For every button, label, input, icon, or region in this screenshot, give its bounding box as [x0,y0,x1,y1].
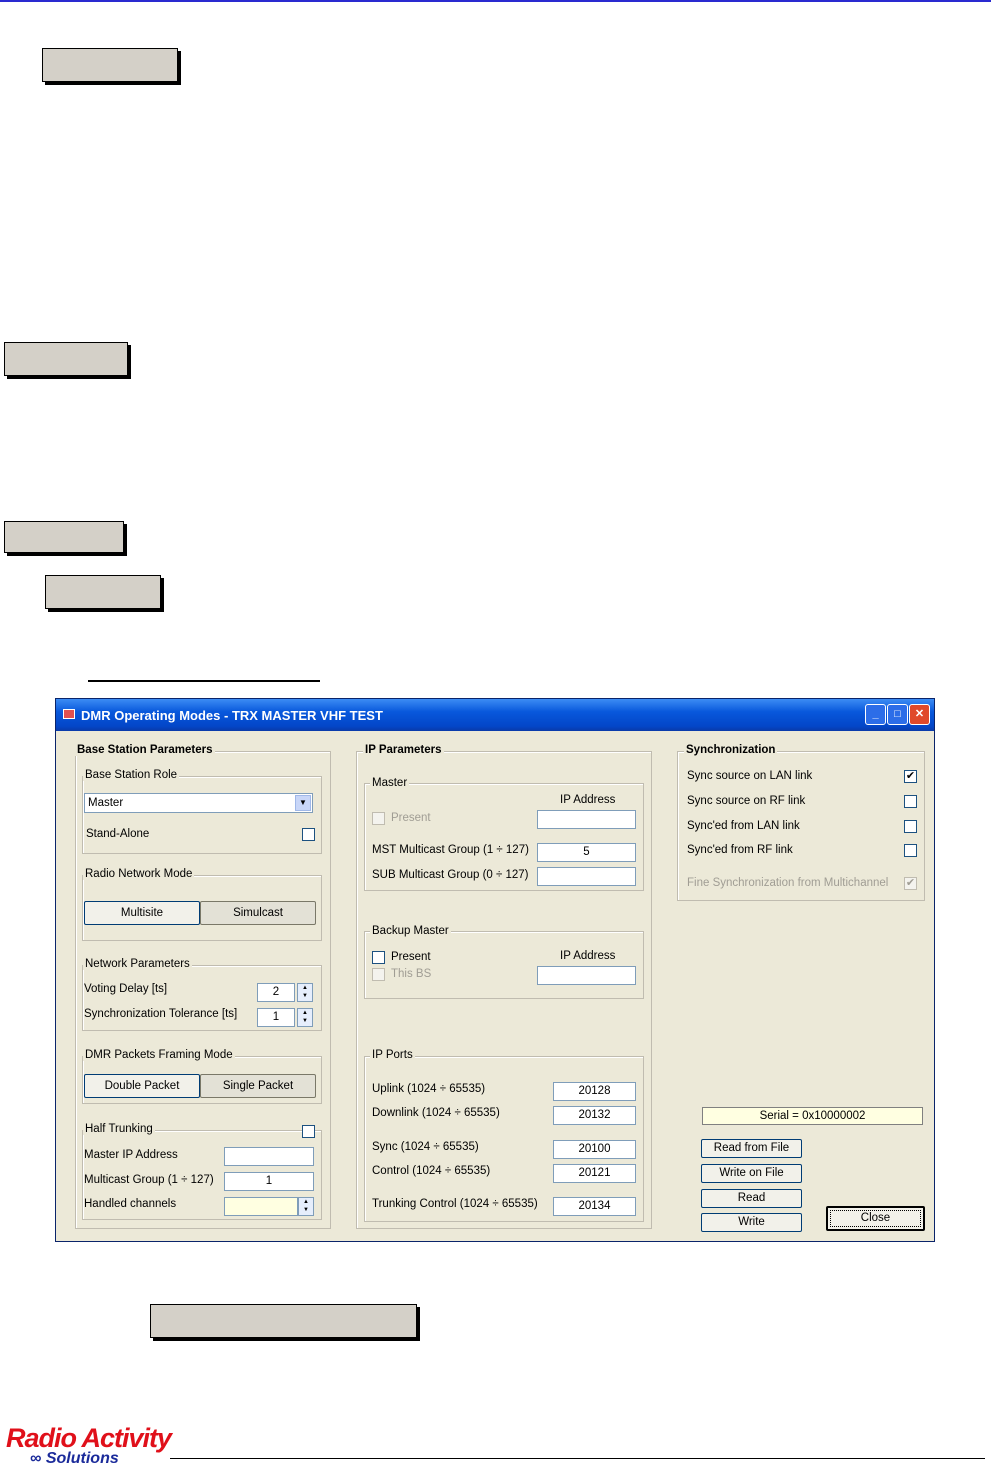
backup-ip-address-header: IP Address [560,950,616,962]
redacted-heading-3 [4,521,124,553]
stand-alone-checkbox[interactable] [302,828,315,841]
half-trunking-label: Half Trunking [83,1123,155,1135]
handled-channels-stepper[interactable]: ▲ ▼ [298,1197,314,1216]
control-port-label: Control (1024 ÷ 65535) [372,1165,491,1177]
ip-ports-label: IP Ports [370,1049,415,1061]
app-icon [63,709,75,719]
backup-master-group [364,931,644,999]
window-client: Base Station Parameters Base Station Rol… [60,731,930,1237]
serial-display: Serial = 0x10000002 [702,1107,923,1125]
window-title: DMR Operating Modes - TRX MASTER VHF TES… [81,708,383,723]
master-present-label: Present [391,812,431,824]
trunking-port-label: Trunking Control (1024 ÷ 65535) [372,1198,538,1210]
close-window-button[interactable]: ✕ [909,704,930,725]
control-port-input[interactable]: 20121 [553,1164,636,1183]
read-button[interactable]: Read [701,1189,802,1208]
base-station-role-group [82,776,322,854]
mst-multicast-input[interactable]: 5 [537,843,636,862]
uplink-input[interactable]: 20128 [553,1082,636,1101]
stand-alone-label: Stand-Alone [86,828,150,840]
redacted-caption-box [150,1304,417,1338]
role-select-value: Master [88,797,124,809]
sync-port-input[interactable]: 20100 [553,1140,636,1159]
backup-ip-address-input[interactable] [537,966,636,985]
base-station-title: Base Station Parameters [75,744,215,756]
sync-rf-label: Sync source on RF link [687,795,806,807]
multicast-group-input[interactable]: 1 [224,1172,314,1191]
fine-sync-checkbox: ✔ [904,877,917,890]
single-packet-button[interactable]: Single Packet [200,1074,316,1098]
master-present-checkbox [372,812,385,825]
ip-parameters-title: IP Parameters [363,744,444,756]
synced-rf-checkbox[interactable] [904,844,917,857]
downlink-label: Downlink (1024 ÷ 65535) [372,1107,500,1119]
network-parameters-label: Network Parameters [83,958,192,970]
backup-present-label: Present [391,951,431,963]
this-bs-checkbox [372,968,385,981]
framing-mode-label: DMR Packets Framing Mode [83,1049,235,1061]
voting-delay-input[interactable]: 2 [257,983,295,1002]
redacted-heading-2 [4,342,128,376]
redacted-heading-1 [42,48,178,82]
multicast-group-label: Multicast Group (1 ÷ 127) [84,1174,214,1186]
minimize-button[interactable]: _ [865,704,886,725]
sub-multicast-label: SUB Multicast Group (0 ÷ 127) [372,869,529,881]
backup-master-label: Backup Master [370,925,451,937]
sync-tolerance-input[interactable]: 1 [257,1008,295,1027]
ip-address-header: IP Address [560,794,616,806]
uplink-label: Uplink (1024 ÷ 65535) [372,1083,486,1095]
synced-lan-checkbox[interactable] [904,820,917,833]
voting-delay-label: Voting Delay [ts] [84,983,168,995]
synced-lan-label: Sync'ed from LAN link [687,820,800,832]
ip-master-label: Master [370,777,410,789]
read-from-file-button[interactable]: Read from File [701,1139,802,1158]
trunking-port-input[interactable]: 20134 [553,1197,636,1216]
this-bs-label: This BS [391,968,432,980]
title-bar[interactable]: DMR Operating Modes - TRX MASTER VHF TES… [56,699,934,731]
voting-delay-stepper[interactable]: ▲ ▼ [297,983,313,1002]
mst-multicast-label: MST Multicast Group (1 ÷ 127) [372,844,529,856]
double-packet-button[interactable]: Double Packet [84,1074,200,1098]
master-ip-address-input[interactable] [537,810,636,829]
fine-sync-label: Fine Synchronization from Multichannel [687,877,889,889]
chevron-down-icon[interactable]: ▼ [295,795,311,811]
backup-present-checkbox[interactable] [372,951,385,964]
footer-rule [170,1458,985,1459]
dmr-operating-modes-window: DMR Operating Modes - TRX MASTER VHF TES… [55,698,935,1242]
write-button[interactable]: Write [701,1213,802,1232]
simulcast-button[interactable]: Simulcast [200,901,316,925]
synchronization-title: Synchronization [684,744,778,756]
sync-tolerance-label: Synchronization Tolerance [ts] [84,1008,238,1020]
redacted-heading-4 [45,575,161,609]
company-logo-subtext: ∞ Solutions [30,1450,119,1467]
write-on-file-button[interactable]: Write on File [701,1164,802,1183]
downlink-input[interactable]: 20132 [553,1106,636,1125]
maximize-button[interactable]: □ [887,704,908,725]
radio-network-mode-label: Radio Network Mode [83,868,195,880]
page-top-rule [0,0,991,2]
multisite-button[interactable]: Multisite [84,901,200,925]
caption-underline [88,680,320,682]
sync-port-label: Sync (1024 ÷ 65535) [372,1141,479,1153]
half-trunking-checkbox[interactable] [302,1125,315,1138]
base-station-role-label: Base Station Role [83,769,180,781]
sync-lan-label: Sync source on LAN link [687,770,813,782]
sync-rf-checkbox[interactable] [904,795,917,808]
sync-tolerance-stepper[interactable]: ▲ ▼ [297,1008,313,1027]
handled-channels-label: Handled channels [84,1198,177,1210]
synced-rf-label: Sync'ed from RF link [687,844,793,856]
master-ip-input[interactable] [224,1147,314,1166]
close-button[interactable]: Close [826,1206,925,1231]
sync-lan-checkbox[interactable]: ✔ [904,770,917,783]
base-station-role-select[interactable]: Master ▼ [84,793,313,813]
master-ip-label: Master IP Address [84,1149,178,1161]
handled-channels-input[interactable] [224,1197,298,1216]
sub-multicast-input[interactable] [537,867,636,886]
